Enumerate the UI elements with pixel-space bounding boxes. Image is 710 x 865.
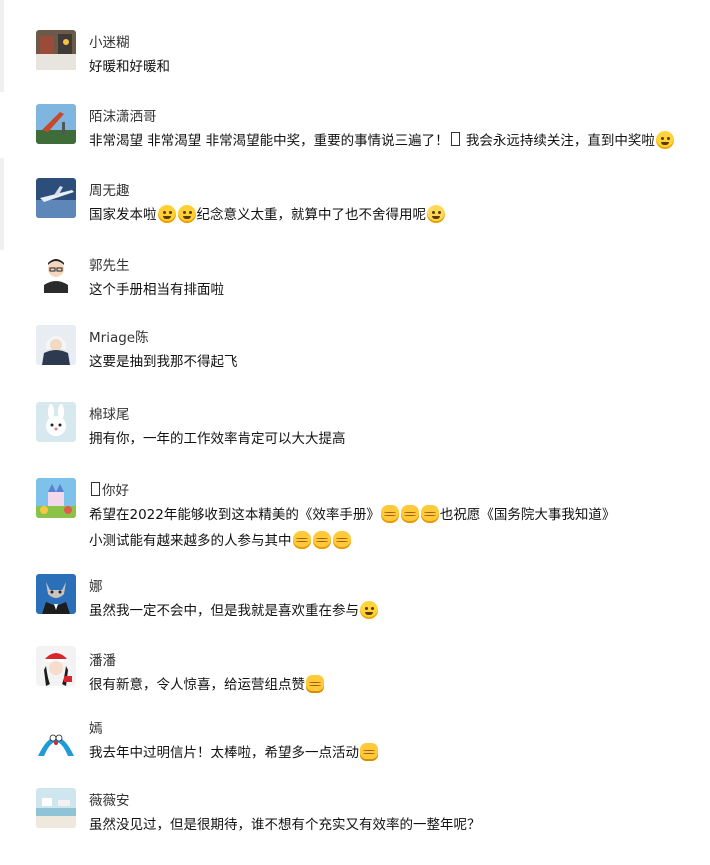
comment-line: 很有新意，令人惊喜，给运营组点赞: [89, 672, 325, 698]
comment-segment: 虽然没见过，但是很期待，谁不想有个充实又有效率的一整年呢？: [89, 817, 481, 833]
comment-text: 这个手册相当有排面啦: [89, 277, 224, 303]
airplane-photo-icon[interactable]: [36, 178, 76, 218]
comment-segment: 我会永远持续关注，直到中奖啦: [461, 133, 655, 149]
comment-item: 陌沫潇洒哥 非常渴望 非常渴望 非常渴望能中奖，重要的事情说三遍了！ 我会永远持…: [0, 96, 710, 158]
comment-item: 嫣 我去年中过明信片！太棒啦，希望多一点活动: [0, 708, 710, 770]
comment-text: 国家发本啦 纪念意义太重，就算中了也不舍得用呢: [89, 202, 446, 228]
fist-emoji: [380, 505, 399, 523]
cartoon-castle-icon[interactable]: [36, 478, 76, 518]
comment-segment: 也祝愿《国务院大事我知道》: [439, 507, 616, 523]
comment-author[interactable]: 嫣: [89, 717, 103, 737]
comment-segment: 我去年中过明信片！太棒啦，希望多一点活动: [89, 745, 359, 761]
cartoon-man-glasses-icon[interactable]: [36, 253, 76, 293]
anime-character-icon[interactable]: [36, 325, 76, 365]
comment-line: 国家发本啦 纪念意义太重，就算中了也不舍得用呢: [89, 202, 446, 228]
comment-line: 非常渴望 非常渴望 非常渴望能中奖，重要的事情说三遍了！ 我会永远持续关注，直到…: [89, 128, 675, 154]
cold-emoji: [427, 205, 445, 223]
comment-item: 小迷糊 好暖和好暖和: [0, 0, 710, 92]
comment-text: 虽然我一定不会中，但是我就是喜欢重在参与: [89, 598, 379, 624]
seaside-photo-icon[interactable]: [36, 788, 76, 828]
comment-line: 虽然没见过，但是很期待，谁不想有个充实又有效率的一整年呢？: [89, 812, 481, 838]
grin-emoji: [157, 205, 176, 223]
grin-emoji: [177, 205, 196, 223]
comment-segment: 小测试能有越来越多的人参与其中: [89, 533, 292, 549]
comment-author[interactable]: Mriage陈: [89, 326, 149, 346]
comment-segment: 拥有你，一年的工作效率肯定可以大大提高: [89, 431, 346, 447]
comment-segment: 国家发本啦: [89, 207, 157, 223]
comment-text: 很有新意，令人惊喜，给运营组点赞: [89, 672, 325, 698]
comment-line: 虽然我一定不会中，但是我就是喜欢重在参与: [89, 598, 379, 624]
comment-line: 好暖和好暖和: [89, 54, 170, 80]
comment-author[interactable]: 娜: [89, 575, 103, 595]
comment-item: 周无趣 国家发本啦 纪念意义太重，就算中了也不舍得用呢: [0, 170, 710, 232]
comment-author-name: 你好: [102, 483, 129, 499]
comment-segment: 纪念意义太重，就算中了也不舍得用呢: [196, 207, 427, 223]
fist-emoji: [400, 505, 419, 523]
doraemon-icon[interactable]: [36, 716, 76, 756]
comment-author[interactable]: 陌沫潇洒哥: [89, 105, 157, 125]
comment-text: 希望在2022年能够收到这本精美的《效率手册》 也祝愿《国务院大事我知道》 小测试…: [89, 502, 615, 554]
comment-item: 棉球尾 拥有你，一年的工作效率肯定可以大大提高: [0, 394, 710, 456]
comment-item: 娜 虽然我一定不会中，但是我就是喜欢重在参与: [0, 566, 710, 628]
comment-line: 拥有你，一年的工作效率肯定可以大大提高: [89, 426, 346, 452]
comment-text: 我去年中过明信片！太棒啦，希望多一点活动: [89, 740, 379, 766]
comment-segment: 希望在2022年能够收到这本精美的《效率手册》: [89, 507, 380, 523]
girl-santa-hat-icon[interactable]: [36, 646, 76, 686]
comment-author[interactable]: 你好: [89, 479, 129, 499]
comment-author[interactable]: 薇薇安: [89, 789, 130, 809]
clap-emoji: [292, 531, 311, 549]
comment-line: 小测试能有越来越多的人参与其中: [89, 528, 615, 554]
comment-text: 好暖和好暖和: [89, 54, 170, 80]
tongue-emoji: [360, 601, 378, 619]
smile-emoji: [655, 131, 674, 149]
missing-glyph-box: [450, 132, 460, 146]
thumbs-up-emoji: [360, 743, 378, 761]
comment-segment: 这要是抽到我那不得起飞: [89, 354, 238, 370]
comment-author[interactable]: 小迷糊: [89, 31, 130, 51]
comment-segment: 非常渴望 非常渴望 非常渴望能中奖，重要的事情说三遍了！: [89, 133, 449, 149]
missing-glyph-box: [91, 482, 100, 496]
rocket-sky-photo-icon[interactable]: [36, 104, 76, 144]
comment-text: 拥有你，一年的工作效率肯定可以大大提高: [89, 426, 346, 452]
comment-item: 你好 希望在2022年能够收到这本精美的《效率手册》 也祝愿《国务院大事我知道》 …: [0, 470, 710, 560]
comment-segment: 这个手册相当有排面啦: [89, 282, 224, 298]
comment-text: 非常渴望 非常渴望 非常渴望能中奖，重要的事情说三遍了！ 我会永远持续关注，直到…: [89, 128, 675, 154]
clap-emoji: [332, 531, 351, 549]
comment-segment: 好暖和好暖和: [89, 59, 170, 75]
comment-text: 这要是抽到我那不得起飞: [89, 349, 238, 375]
comment-segment: 很有新意，令人惊喜，给运营组点赞: [89, 677, 305, 693]
comment-author[interactable]: 郭先生: [89, 254, 130, 274]
comment-item: Mriage陈 这要是抽到我那不得起飞: [0, 317, 710, 379]
comment-item: 郭先生 这个手册相当有排面啦: [0, 245, 710, 307]
snowy-street-photo-icon[interactable]: [36, 30, 76, 70]
thumbs-up-emoji: [306, 675, 324, 693]
cat-in-suit-icon[interactable]: [36, 574, 76, 614]
comment-line: 我去年中过明信片！太棒啦，希望多一点活动: [89, 740, 379, 766]
fist-emoji: [420, 505, 439, 523]
comment-line: 这要是抽到我那不得起飞: [89, 349, 238, 375]
comment-author[interactable]: 棉球尾: [89, 403, 130, 423]
comment-author[interactable]: 周无趣: [89, 179, 130, 199]
comment-author[interactable]: 潘潘: [89, 649, 116, 669]
comment-item: 薇薇安 虽然没见过，但是很期待，谁不想有个充实又有效率的一整年呢？: [0, 780, 710, 842]
comment-line: 这个手册相当有排面啦: [89, 277, 224, 303]
clap-emoji: [312, 531, 331, 549]
comment-text: 虽然没见过，但是很期待，谁不想有个充实又有效率的一整年呢？: [89, 812, 481, 838]
comment-line: 希望在2022年能够收到这本精美的《效率手册》 也祝愿《国务院大事我知道》: [89, 502, 615, 528]
comment-item: 潘潘 很有新意，令人惊喜，给运营组点赞: [0, 640, 710, 702]
rabbit-cartoon-icon[interactable]: [36, 402, 76, 442]
comment-segment: 虽然我一定不会中，但是我就是喜欢重在参与: [89, 603, 359, 619]
